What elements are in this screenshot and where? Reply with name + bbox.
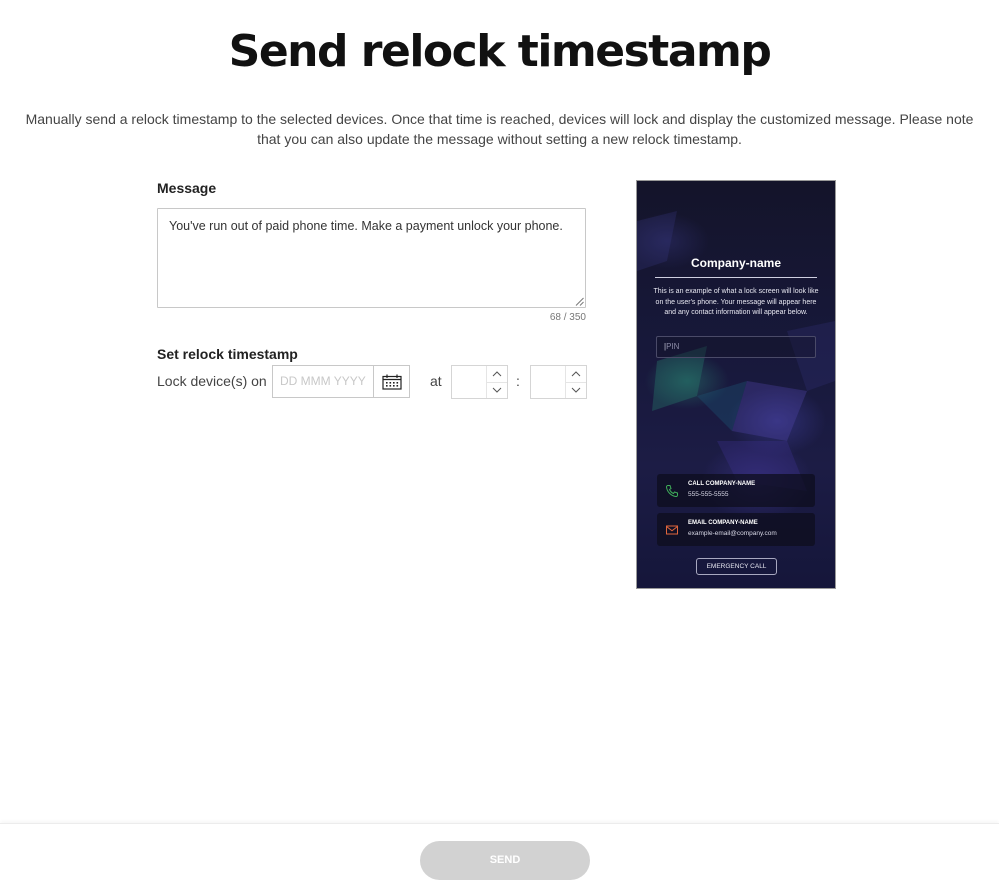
preview-email-card: EMAIL COMPANY-NAME example-email@company… (657, 513, 815, 546)
preview-email-title: EMAIL COMPANY-NAME (688, 520, 758, 526)
preview-call-card: CALL COMPANY-NAME 555-555-5555 (657, 474, 815, 507)
calendar-button[interactable] (374, 366, 409, 397)
preview-divider (655, 277, 817, 278)
chevron-down-icon (492, 387, 502, 393)
at-label: at (430, 373, 442, 389)
preview-call-title: CALL COMPANY-NAME (688, 481, 756, 487)
preview-pin-field: |PIN (656, 336, 816, 358)
page-title: Send relock timestamp (228, 26, 772, 77)
preview-pin-placeholder: PIN (666, 342, 680, 351)
send-button[interactable]: SEND (420, 841, 590, 880)
message-textarea[interactable]: You've run out of paid phone time. Make … (157, 208, 586, 308)
minute-increment-button[interactable] (566, 366, 586, 382)
date-field[interactable]: DD MMM YYYY (272, 365, 410, 398)
preview-email-address: example-email@company.com (688, 530, 777, 537)
resize-handle-icon[interactable] (575, 297, 584, 306)
minute-input[interactable] (531, 366, 565, 398)
time-separator: : (516, 373, 520, 389)
message-label: Message (157, 180, 217, 196)
lock-screen-preview: Company-name This is an example of what … (636, 180, 836, 589)
calendar-icon (381, 374, 402, 390)
footer-bar: SEND (0, 823, 999, 888)
relock-timestamp-label: Set relock timestamp (157, 346, 298, 362)
envelope-icon (666, 525, 678, 535)
hour-increment-button[interactable] (487, 366, 507, 382)
date-input[interactable]: DD MMM YYYY (273, 366, 374, 397)
preview-message: This is an example of what a lock screen… (653, 288, 819, 316)
lock-on-label: Lock device(s) on (157, 373, 267, 389)
preview-call-number: 555-555-5555 (688, 491, 729, 498)
preview-emergency-call-button: EMERGENCY CALL (696, 558, 777, 575)
hour-input[interactable] (452, 366, 486, 398)
char-count: 68 / 350 (549, 312, 586, 323)
page-description: Manually send a relock timestamp to the … (25, 111, 974, 147)
message-text: You've run out of paid phone time. Make … (169, 219, 563, 233)
chevron-up-icon (492, 371, 502, 377)
chevron-down-icon (571, 387, 581, 393)
minute-stepper[interactable] (530, 365, 587, 399)
preview-company-name: Company-name (690, 256, 782, 270)
hour-stepper[interactable] (451, 365, 508, 399)
minute-decrement-button[interactable] (566, 381, 586, 399)
chevron-up-icon (571, 371, 581, 377)
hour-decrement-button[interactable] (487, 381, 507, 399)
phone-icon (665, 485, 678, 498)
